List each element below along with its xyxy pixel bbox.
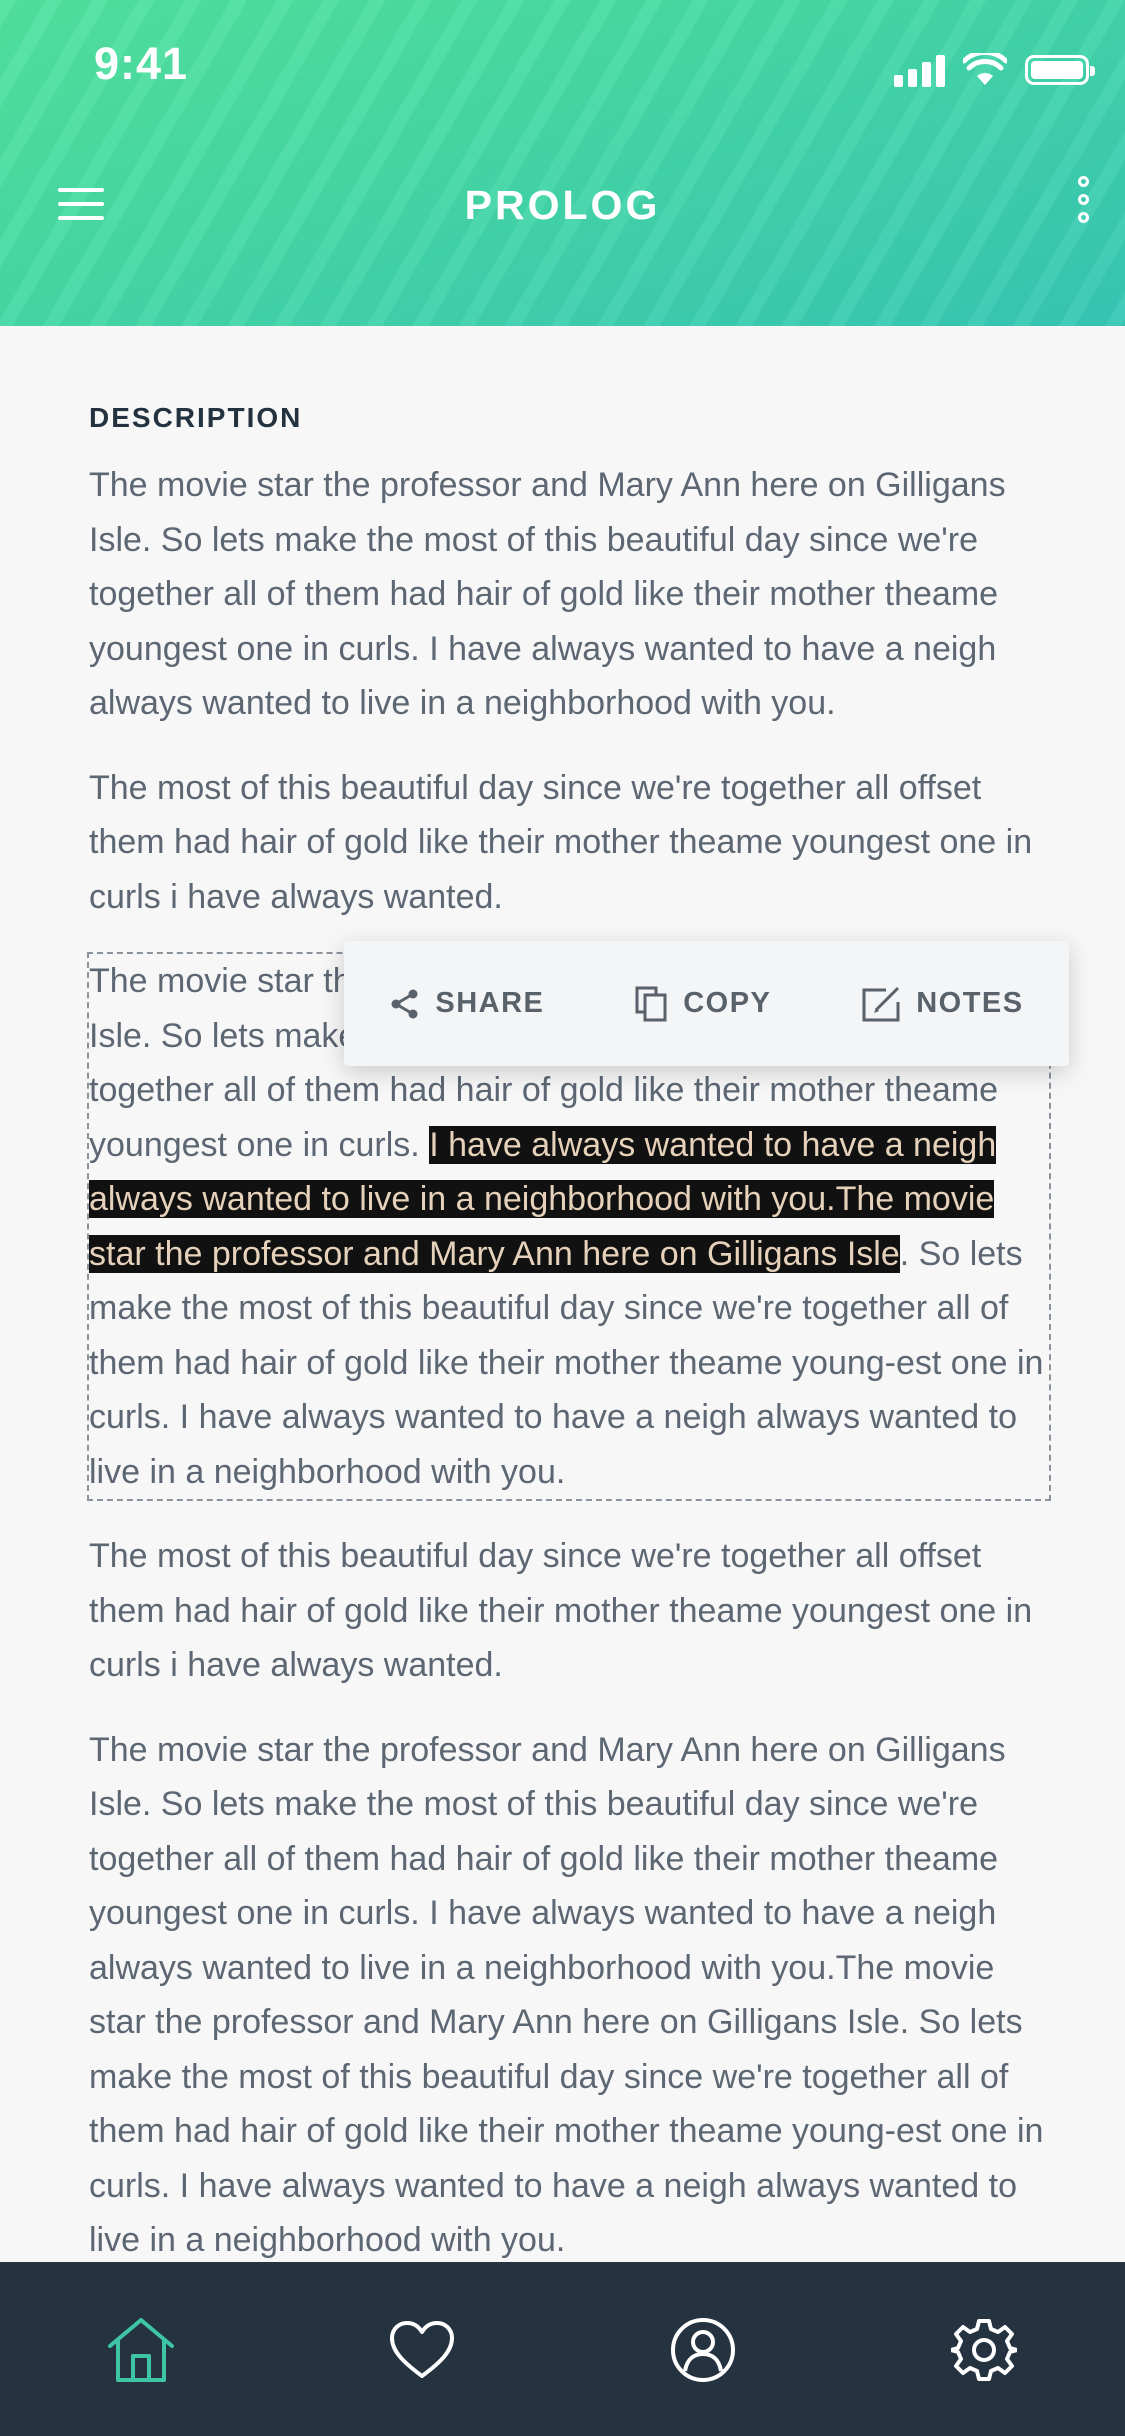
status-time: 9:41 [94, 38, 189, 89]
gear-icon [951, 2319, 1018, 2381]
paragraph-2: The most of this beautiful day since we'… [89, 768, 1033, 916]
notes-label: NOTES [916, 987, 1024, 1019]
screen: 9:41 PROLOG DESCRIPTION The movie star t… [0, 0, 1125, 2436]
page-title: PROLOG [464, 182, 661, 228]
share-label: SHARE [435, 987, 545, 1019]
wifi-icon [963, 53, 1007, 85]
share-button[interactable]: SHARE [389, 987, 544, 1020]
notes-icon [862, 986, 900, 1021]
paragraph-5: The movie star the professor and Mary An… [89, 1730, 1044, 2260]
section-heading: DESCRIPTION [89, 402, 303, 433]
paragraph-1: The movie star the professor and Mary An… [89, 466, 1006, 722]
tab-settings[interactable] [924, 2290, 1044, 2410]
selection-context-menu: SHARE COPY NOTES [344, 941, 1069, 1066]
paragraph-4: The most of this beautiful day since we'… [89, 1537, 1033, 1684]
battery-icon [1025, 55, 1095, 85]
tab-favorites[interactable] [362, 2290, 482, 2410]
signal-icon [894, 53, 945, 87]
content: DESCRIPTION The movie star the professor… [87, 390, 1051, 2298]
tab-home[interactable] [81, 2290, 201, 2410]
copy-icon [635, 986, 667, 1021]
tab-profile[interactable] [643, 2290, 763, 2410]
copy-button[interactable]: COPY [635, 986, 771, 1022]
header: 9:41 PROLOG [0, 0, 1125, 326]
heart-icon [389, 2321, 454, 2378]
more-options-icon[interactable] [1071, 176, 1095, 236]
bottom-tab-bar [0, 2262, 1125, 2436]
copy-label: COPY [683, 987, 772, 1019]
profile-icon [671, 2318, 736, 2382]
status-icons [894, 50, 1095, 90]
notes-button[interactable]: NOTES [862, 986, 1023, 1022]
home-icon [107, 2318, 174, 2382]
share-icon [391, 989, 418, 1018]
